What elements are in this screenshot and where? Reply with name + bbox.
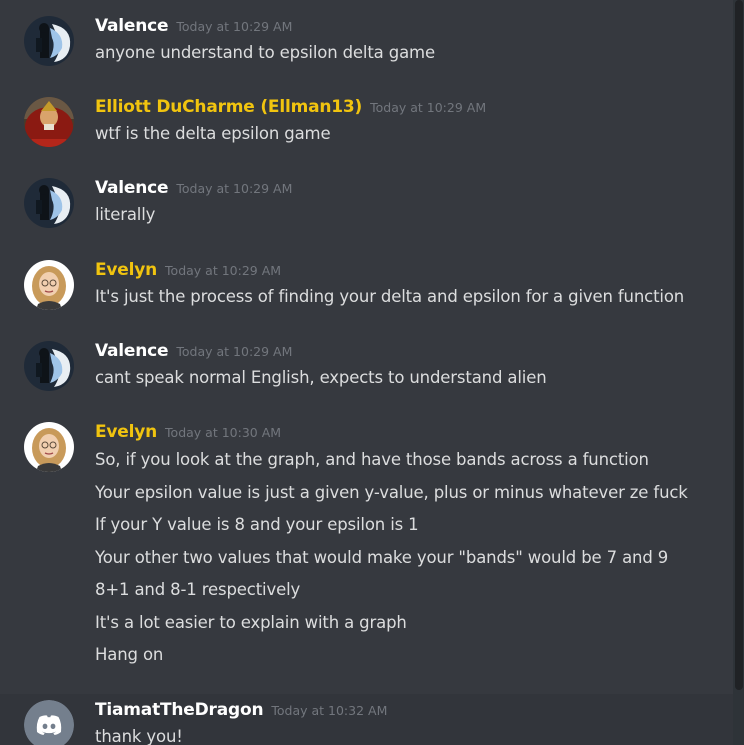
message-text: Your epsilon value is just a given y-val… [95,483,688,502]
message-text: It's just the process of finding your de… [95,287,685,306]
message: Evelyn Today at 10:30 AM So, if you look … [0,422,744,674]
valence-avatar[interactable] [24,178,74,228]
author-name[interactable]: Elliott DuCharme (Ellman13) [95,97,362,117]
timestamp: Today at 10:29 AM [176,19,293,34]
timestamp: Today at 10:29 AM [176,181,293,196]
scrollbar-thumb[interactable] [735,0,743,690]
evelyn-avatar[interactable] [24,422,74,472]
author-name[interactable]: Valence [95,341,169,361]
evelyn-avatar[interactable] [24,260,74,310]
timestamp: Today at 10:29 AM [370,100,487,115]
author-name[interactable]: TiamatTheDragon [95,700,264,720]
author-name[interactable]: Valence [95,16,169,36]
message-text: wtf is the delta epsilon game [95,124,331,143]
timestamp: Today at 10:29 AM [176,344,293,359]
message-text: cant speak normal English, expects to un… [95,368,547,387]
elliott-avatar[interactable] [24,97,74,147]
timestamp: Today at 10:29 AM [165,263,282,278]
message: Elliott DuCharme (Ellman13) Today at 10:2… [0,97,744,157]
message-text: Hang on [95,645,164,664]
message-text: It's a lot easier to explain with a grap… [95,613,407,632]
message-text: So, if you look at the graph, and have t… [95,450,649,469]
timestamp: Today at 10:32 AM [271,703,388,718]
message: Valence Today at 10:29 AM anyone understa… [0,16,744,76]
message-text: If your Y value is 8 and your epsilon is… [95,515,419,534]
message: Valence Today at 10:29 AM cant speak norm… [0,341,744,401]
author-name[interactable]: Evelyn [95,422,157,442]
message-text: thank you! [95,727,183,745]
chat-messages: Valence Today at 10:29 AM anyone understa… [0,0,744,745]
valence-avatar[interactable] [24,16,74,66]
message: Valence Today at 10:29 AM literally [0,178,744,238]
message: Evelyn Today at 10:29 AM It's just the pr… [0,260,744,320]
discord-default-avatar-icon[interactable] [24,700,74,745]
message-text: anyone understand to epsilon delta game [95,43,435,62]
author-name[interactable]: Valence [95,178,169,198]
message-text: Your other two values that would make yo… [95,548,669,567]
author-name[interactable]: Evelyn [95,260,157,280]
message: TiamatTheDragon Today at 10:32 AM thank y… [0,694,744,745]
timestamp: Today at 10:30 AM [165,425,282,440]
message-text: literally [95,205,156,224]
valence-avatar[interactable] [24,341,74,391]
message-text: 8+1 and 8-1 respectively [95,580,301,599]
